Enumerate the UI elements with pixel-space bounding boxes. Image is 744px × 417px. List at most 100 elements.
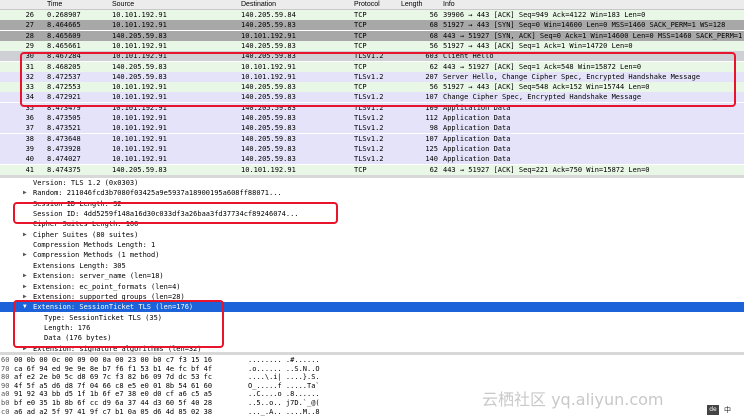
packet-row[interactable]: 38 8.473648 10.101.192.91 140.205.59.83 TLSv… [0,133,744,144]
packet-source: 10.101.192.91 [112,134,167,143]
detail-row[interactable]: ▶ Cipher Suites (80 suites) [0,230,744,240]
hex-bytes: af e2 2e b0 5c d8 69 7c f3 82 b6 09 7d d… [14,373,213,382]
hex-bytes: 00 0b 00 0c 00 09 00 0a 00 23 00 b0 c7 f… [14,356,213,364]
detail-text: Random: 211046fcd3b7080f03425a9e5937a189… [33,189,282,198]
packet-time: 8.474027 [47,155,81,164]
col-header-info[interactable]: Info [443,1,455,8]
hex-ascii: ..._.A.. ....M..8 [248,407,320,416]
packet-no: 37 [25,124,34,133]
packet-info: Application Data [443,114,511,122]
detail-row[interactable]: Compression Methods Length: 1 [0,240,744,250]
packet-list-header: Time Source Destination Protocol Length … [0,0,744,10]
packet-row[interactable]: 28 8.465609 140.205.59.83 10.101.192.91 TCP 6… [0,30,744,41]
hex-offset: 90 [1,381,10,390]
packet-protocol: TLSv1.2 [354,114,384,122]
expand-triangle-icon[interactable]: ▶ [23,282,27,292]
col-header-destination[interactable]: Destination [241,1,276,8]
annotation-box-handshake [20,52,736,107]
packet-length: 112 [425,114,438,122]
packet-no: 26 [25,11,34,19]
packet-row[interactable]: 26 0.268907 10.101.192.91 140.205.59.84 TCP 5… [0,10,744,20]
packet-row[interactable]: 37 8.473521 10.101.192.91 140.205.59.83 TLSv… [0,123,744,134]
col-header-source[interactable]: Source [112,1,134,8]
packet-row[interactable]: 36 8.473505 10.101.192.91 140.205.59.83 TLSv… [0,113,744,123]
packet-destination: 140.205.59.83 [241,134,296,143]
packet-time: 8.473521 [47,124,81,133]
expand-triangle-icon[interactable]: ▶ [23,230,27,240]
hex-offset: a0 [1,390,10,399]
detail-text: Cipher Suites (80 suites) [33,230,139,239]
expand-triangle-icon[interactable]: ▶ [23,250,27,260]
hex-offset: 70 [1,364,10,373]
packet-protocol: TLSv1.2 [354,144,384,153]
col-header-length[interactable]: Length [401,1,422,8]
detail-row[interactable]: ▶ Extension: ec_point_formats (len=4) [0,282,744,292]
detail-text: Extension: ec_point_formats (len=4) [33,282,181,291]
packet-protocol: TCP [354,165,367,174]
packet-info: Application Data [443,134,511,143]
hex-row: 60 00 0b 00 0c 00 09 00 0a 00 23 00 b0 c7… [0,356,744,364]
packet-protocol: TLSv1.2 [354,134,384,143]
packet-source: 10.101.192.91 [112,11,167,19]
detail-row[interactable]: ▶ Random: 211046fcd3b7080f03425a9e5937a18… [0,188,744,198]
hex-ascii: ..C....o .8...... [248,390,320,399]
packet-destination: 10.101.192.91 [241,165,296,174]
packet-source: 10.101.192.91 [112,144,167,153]
packet-source: 10.101.192.91 [112,155,167,164]
packet-protocol: TLSv1.2 [354,124,384,133]
packet-destination: 140.205.59.83 [241,114,296,122]
hex-row: 70 ca 6f 94 ed 9e 9e 8e b7 f6 f1 53 b1 4e… [0,365,744,373]
detail-row[interactable]: Extensions Length: 305 [0,261,744,271]
packet-length: 125 [425,144,438,153]
detail-row[interactable]: ▶ Compression Methods (1 method) [0,250,744,260]
col-header-protocol[interactable]: Protocol [354,1,380,8]
hex-bytes: a6 ad a2 5f 97 41 9f c7 b1 0a 05 d6 4d 8… [14,407,213,416]
detail-row[interactable]: ▶ Extension: server_name (len=18) [0,271,744,281]
packet-length: 107 [425,134,438,143]
packet-row[interactable]: 40 8.474027 10.101.192.91 140.205.59.83 TLSv… [0,154,744,165]
packet-protocol: TCP [354,31,367,40]
packet-time: 8.465661 [47,41,81,50]
packet-protocol: TCP [354,21,367,30]
packet-length: 56 [429,41,438,50]
packet-source: 140.205.59.83 [112,31,167,40]
hex-ascii: ....\.i| ....}.S. [248,373,320,382]
packet-source: 10.101.192.91 [112,124,167,133]
watermark-badge: de [707,405,719,415]
packet-time: 8.465609 [47,31,81,40]
packet-length: 68 [429,21,438,30]
expand-triangle-icon[interactable]: ▶ [23,188,27,198]
packet-info: Application Data [443,124,511,133]
detail-row[interactable]: Version: TLS 1.2 (0x0303) [0,178,744,188]
packet-source: 140.205.59.83 [112,165,167,174]
packet-length: 140 [425,155,438,164]
expand-triangle-icon[interactable]: ▶ [23,271,27,281]
annotation-box-session-ticket [13,300,224,348]
packet-source: 10.101.192.91 [112,114,167,122]
packet-length: 56 [429,11,438,19]
hex-ascii: ........ .#...... [248,356,320,364]
watermark-badge-cn: 中 [724,406,731,414]
packet-length: 98 [429,124,438,133]
packet-no: 28 [25,31,34,40]
packet-row[interactable]: 39 8.473928 10.101.192.91 140.205.59.83 TLSv… [0,143,744,154]
packet-destination: 140.205.59.83 [241,41,296,50]
packet-destination: 140.205.59.83 [241,21,296,30]
hex-bytes: bf e0 35 1b 8b 6f cc d9 6a 37 44 d3 60 5… [14,399,213,407]
col-header-time[interactable]: Time [47,1,62,8]
hex-bytes: ca 6f 94 ed 9e 9e 8e b7 f6 f1 53 b1 4e f… [14,364,213,373]
packet-no: 39 [25,144,34,153]
packet-row[interactable]: 29 8.465661 10.101.192.91 140.205.59.83 TCP 5… [0,40,744,51]
packet-row[interactable]: 41 8.474375 140.205.59.83 10.101.192.91 TCP 6… [0,164,744,175]
packet-no: 29 [25,41,34,50]
detail-text: Compression Methods (1 method) [33,251,160,260]
packet-info: Application Data [443,144,511,153]
packet-info: 39906 → 443 [ACK] Seq=949 Ack=4122 Win=1… [443,11,646,19]
hex-bytes: 4f 5f a5 d6 d8 7f 04 66 c8 e5 e0 01 8b 5… [14,381,213,390]
packet-time: 8.464665 [47,21,81,30]
packet-row[interactable]: 27 8.464665 10.101.192.91 140.205.59.83 TCP 6… [0,20,744,31]
packet-time: 8.473928 [47,144,81,153]
packet-no: 40 [25,155,34,164]
hex-row: 80 af e2 2e b0 5c d8 69 7c f3 82 b6 09 7d… [0,373,744,381]
hex-ascii: .o...... ..S.N..O [248,364,320,373]
